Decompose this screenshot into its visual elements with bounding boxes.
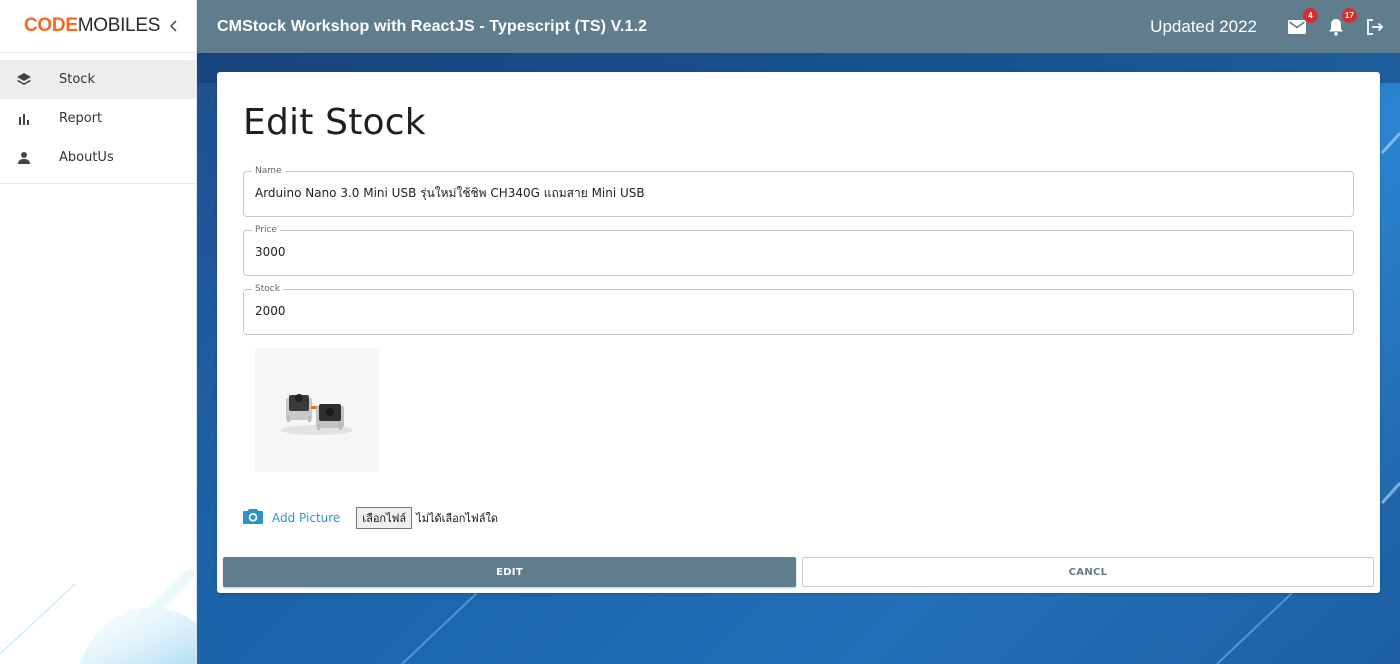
sidebar-item-label: Stock — [59, 72, 95, 87]
logout-icon — [1367, 18, 1384, 35]
layers-icon — [16, 72, 32, 88]
chevron-left-icon[interactable] — [165, 16, 183, 36]
brand-logo[interactable]: CODEMOBILES — [24, 15, 160, 37]
notifications-button[interactable]: 17 — [1325, 7, 1357, 38]
camera-icon[interactable] — [243, 508, 263, 524]
top-app-bar: CMStock Workshop with ReactJS - Typescri… — [197, 0, 1400, 53]
name-input[interactable] — [255, 186, 1343, 200]
price-input[interactable] — [255, 245, 1343, 259]
file-status-text: ไม่ได้เลือกไฟล์ใด — [416, 512, 498, 525]
sidebar-item-stock[interactable]: Stock — [0, 60, 196, 99]
mail-button[interactable]: 4 — [1286, 7, 1318, 38]
sidebar: CODEMOBILES Stock Report AboutUs — [0, 0, 197, 664]
page-title: Edit Stock — [243, 102, 426, 143]
app-title: CMStock Workshop with ReactJS - Typescri… — [217, 17, 647, 35]
cancel-button[interactable]: CANCL — [802, 557, 1374, 587]
brand-logo-mobiles: MOBILES — [77, 15, 161, 36]
updated-text: Updated 2022 — [1150, 16, 1257, 36]
bar-chart-icon — [16, 111, 32, 127]
stock-label: Stock — [252, 283, 283, 295]
header-actions: Updated 2022 4 17 — [1150, 0, 1386, 53]
sidebar-item-label: Report — [59, 111, 103, 126]
sidebar-item-label: AboutUs — [59, 150, 114, 165]
person-icon — [16, 150, 32, 166]
bell-icon — [1329, 18, 1343, 36]
add-picture-row: Add Picture เลือกไฟล์ ไม่ได้เลือกไฟล์ใด — [243, 503, 498, 529]
stock-field[interactable]: Stock — [243, 283, 1354, 335]
name-field[interactable]: Name — [243, 165, 1354, 217]
brand-logo-code: CODE — [24, 15, 78, 36]
mail-badge: 4 — [1303, 7, 1318, 23]
edit-stock-card: Edit Stock Name Price Stock — [217, 72, 1380, 593]
name-label: Name — [252, 165, 285, 177]
brand: CODEMOBILES — [0, 0, 196, 53]
sidebar-decoration — [0, 569, 196, 664]
logout-button[interactable] — [1364, 16, 1386, 38]
product-image-preview — [255, 348, 379, 472]
notification-badge: 17 — [1342, 7, 1357, 23]
sidebar-item-aboutus[interactable]: AboutUs — [0, 138, 196, 177]
add-picture-label[interactable]: Add Picture — [272, 511, 340, 525]
edit-button[interactable]: EDIT — [223, 557, 796, 587]
mail-icon — [1288, 19, 1306, 34]
sidebar-nav: Stock Report AboutUs — [0, 53, 196, 184]
price-field[interactable]: Price — [243, 224, 1354, 276]
sidebar-item-report[interactable]: Report — [0, 99, 196, 138]
choose-file-button[interactable]: เลือกไฟล์ — [356, 507, 413, 529]
tact-switch-image — [281, 394, 353, 435]
price-label: Price — [252, 224, 280, 236]
stock-input[interactable] — [255, 304, 1343, 318]
